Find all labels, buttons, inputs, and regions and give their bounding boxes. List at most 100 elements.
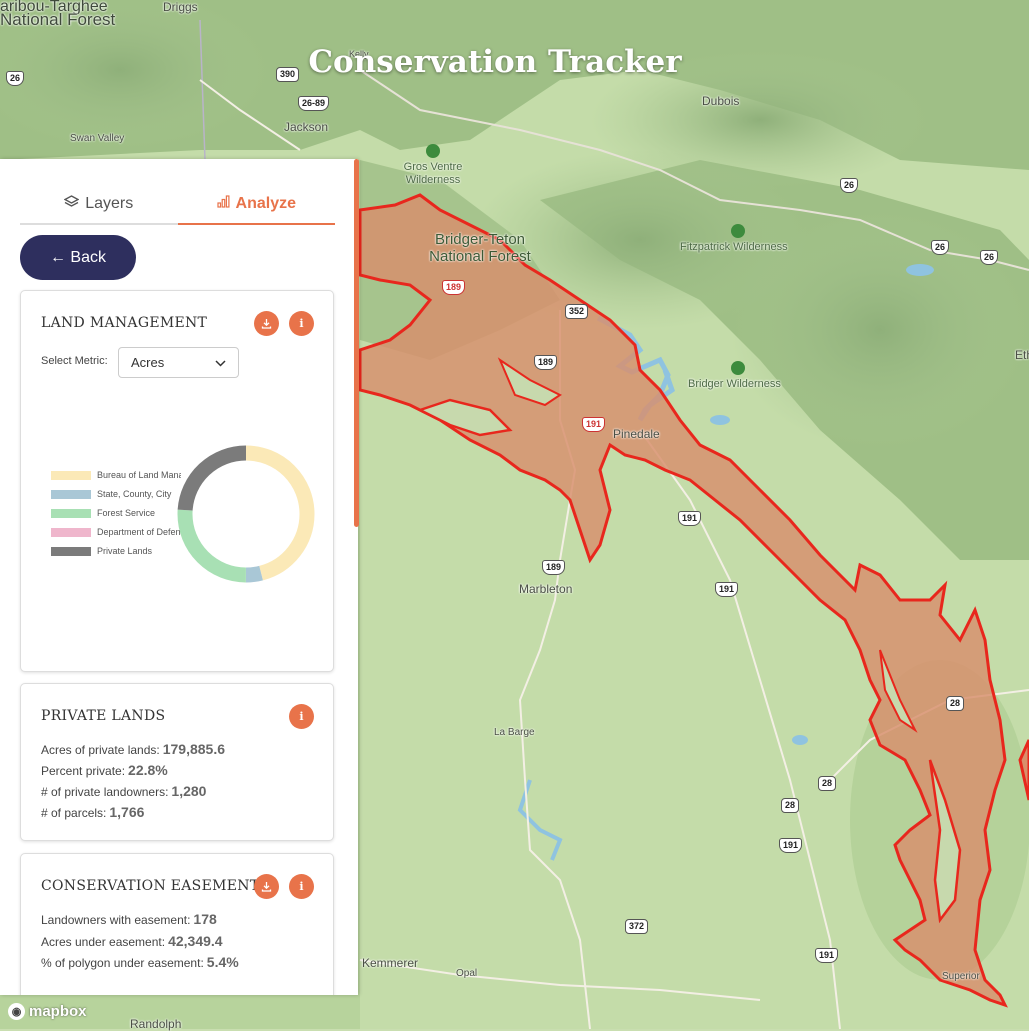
stat-row: Acres under easement: 42,349.4 — [41, 933, 223, 949]
legend-swatch — [51, 489, 91, 499]
metric-select[interactable]: Acres — [118, 347, 239, 378]
map-label-kemmerer: Kemmerer — [362, 956, 419, 970]
stat-label: Percent private: — [41, 764, 126, 778]
map-label-la-barge: La Barge — [494, 727, 535, 738]
legend-swatch — [51, 508, 91, 518]
route-shield: 191 — [779, 838, 803, 853]
tab-analyze-label: Analyze — [235, 195, 296, 212]
info-button[interactable]: i — [289, 311, 314, 336]
map-label-national-forest: National Forest — [0, 10, 116, 29]
stat-label: # of private landowners: — [41, 785, 169, 799]
bar-chart-icon — [216, 195, 230, 213]
download-button[interactable] — [254, 311, 279, 336]
download-icon — [261, 882, 272, 892]
stat-label: Landowners with easement: — [41, 913, 191, 927]
map-label-swan-valley: Swan Valley — [70, 133, 125, 144]
legend-item: State, County, City — [51, 489, 181, 499]
route-shield: 191 — [678, 511, 702, 526]
map-label-gros-ventre: Gros Ventre Wilderness — [403, 161, 463, 186]
stat-label: % of polygon under easement: — [41, 956, 204, 970]
route-shield: 191 — [815, 948, 839, 963]
info-icon: i — [299, 317, 304, 330]
stat-row: % of polygon under easement: 5.4% — [41, 954, 239, 970]
route-shield: 28 — [946, 696, 965, 711]
route-shield: 189 — [442, 280, 466, 295]
route-shield: 26 — [840, 178, 859, 193]
stat-value: 1,280 — [171, 783, 207, 799]
legend-item: Private Lands — [51, 546, 181, 556]
legend-item: Department of Defense — [51, 527, 181, 537]
tab-analyze[interactable]: Analyze — [177, 185, 335, 225]
stat-label: Acres of private lands: — [41, 743, 160, 757]
legend-label: Private Lands — [97, 546, 153, 556]
legend-item: Bureau of Land Management — [51, 470, 181, 480]
mapbox-logo-icon: ◉ — [8, 1003, 25, 1020]
map-label-fitzpatrick: Fitzpatrick Wilderness — [680, 241, 788, 253]
stat-value: 179,885.6 — [162, 741, 226, 757]
layers-icon — [63, 195, 80, 213]
stat-label: # of parcels: — [41, 806, 107, 820]
land-management-title: LAND MANAGEMENT — [41, 315, 208, 331]
map-label-dubois: Dubois — [702, 94, 740, 108]
route-shield: 26 — [931, 240, 950, 255]
info-button[interactable]: i — [289, 704, 314, 729]
legend-swatch — [51, 546, 91, 556]
info-icon: i — [299, 710, 304, 723]
map-label-eth: Eth — [1015, 348, 1029, 362]
stat-row: Acres of private lands: 179,885.6 — [41, 741, 225, 757]
land-management-card: LAND MANAGEMENT i Select Metric: Acres B… — [20, 290, 334, 672]
route-shield: 28 — [818, 776, 837, 791]
private-lands-title: PRIVATE LANDS — [41, 708, 166, 724]
metric-select-value: Acres — [131, 355, 165, 370]
map-label-jackson: Jackson — [284, 120, 329, 134]
route-shield: 191 — [582, 417, 606, 432]
info-icon: i — [299, 880, 304, 893]
back-button[interactable]: ← Back — [20, 235, 136, 280]
analysis-panel: Layers Analyze ← Back LAND MANAGEMENT i … — [0, 159, 358, 995]
conservation-easements-card: CONSERVATION EASEMENTS i Landowners with… — [20, 853, 334, 995]
route-shield: 352 — [565, 304, 589, 319]
map-label-bridger-wilderness: Bridger Wilderness — [688, 378, 781, 390]
route-shield: 26-89 — [298, 96, 330, 111]
land-management-donut-chart — [177, 445, 315, 583]
route-shield: 189 — [534, 355, 558, 370]
legend-item: Forest Service — [51, 508, 181, 518]
route-shield: 189 — [542, 560, 566, 575]
map-label-superior: Superior — [942, 971, 980, 982]
map-label-pinedale: Pinedale — [613, 427, 660, 441]
mapbox-wordmark: mapbox — [29, 1003, 87, 1020]
stat-row: # of private landowners: 1,280 — [41, 783, 206, 799]
map-label-marbleton: Marbleton — [519, 582, 573, 596]
route-shield: 191 — [715, 582, 739, 597]
stat-label: Acres under easement: — [41, 935, 166, 949]
tab-layers-label: Layers — [85, 195, 134, 212]
legend-label: Bureau of Land Management — [97, 470, 181, 480]
download-icon — [261, 319, 272, 329]
tab-layers[interactable]: Layers — [20, 185, 178, 225]
panel-tabs: Layers Analyze — [20, 185, 335, 225]
private-lands-card: PRIVATE LANDS i Acres of private lands: 1… — [20, 683, 334, 841]
download-button[interactable] — [254, 874, 279, 899]
chevron-down-icon — [215, 355, 226, 370]
map-label-bridger-teton: Bridger-Teton National Forest — [429, 231, 531, 265]
legend-label: Department of Defense — [97, 527, 181, 537]
legend-label: Forest Service — [97, 508, 156, 518]
app-title: Conservation Tracker — [308, 44, 682, 80]
stat-row: Landowners with easement: 178 — [41, 911, 217, 927]
route-shield: 28 — [781, 798, 800, 813]
route-shield: 372 — [625, 919, 649, 934]
stat-value: 22.8% — [128, 762, 168, 778]
legend-label: State, County, City — [97, 489, 172, 499]
info-button[interactable]: i — [289, 874, 314, 899]
panel-scrollbar[interactable] — [354, 159, 359, 527]
stat-row: # of parcels: 1,766 — [41, 804, 144, 820]
map-label-driggs: Driggs — [163, 0, 198, 14]
conservation-easements-title: CONSERVATION EASEMENTS — [41, 878, 270, 894]
mapbox-attribution[interactable]: ◉ mapbox — [8, 1003, 87, 1020]
legend-swatch — [51, 527, 91, 537]
stat-row: Percent private: 22.8% — [41, 762, 168, 778]
stat-value: 42,349.4 — [168, 933, 223, 949]
legend-swatch — [51, 470, 91, 480]
stat-value: 5.4% — [206, 954, 239, 970]
stat-value: 178 — [193, 911, 217, 927]
